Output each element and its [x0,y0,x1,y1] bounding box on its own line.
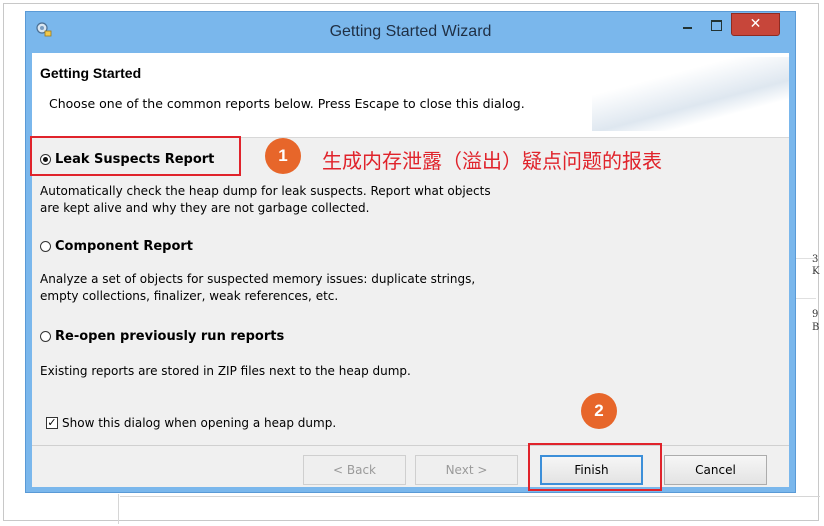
radio-reopen-reports[interactable]: Re-open previously run reports [40,329,284,344]
title-bar[interactable]: Getting Started Wizard ✕ [26,12,795,52]
description-line: are kept alive and why they are not garb… [40,201,370,215]
radio-unselected-icon [40,331,51,342]
header-decoration [592,57,789,131]
background-text: K [812,266,820,277]
maximize-icon [711,20,722,31]
next-button[interactable]: Next > [415,455,518,485]
wizard-client-area: Getting Started Choose one of the common… [32,53,789,487]
wizard-window: Getting Started Wizard ✕ Getting Started… [25,11,796,493]
wizard-header: Getting Started Choose one of the common… [32,53,789,138]
background-text: B [812,322,820,333]
option-description: Automatically check the heap dump for le… [40,183,491,217]
close-button[interactable]: ✕ [731,13,780,36]
background-divider [120,496,820,497]
description-line: Existing reports are stored in ZIP files… [40,364,411,378]
page-title: Getting Started [40,65,142,81]
minimize-icon [683,27,692,29]
show-dialog-checkbox[interactable]: ✓ Show this dialog when opening a heap d… [46,416,336,430]
option-description: Existing reports are stored in ZIP files… [40,363,411,380]
checkbox-checked-icon: ✓ [46,416,58,429]
option-label: Re-open previously run reports [55,329,285,344]
description-line: Automatically check the heap dump for le… [40,184,491,198]
annotation-note: 生成内存泄露（溢出）疑点问题的报表 [322,149,662,173]
back-button[interactable]: < Back [303,455,406,485]
radio-component-report[interactable]: Component Report [40,239,193,254]
step-badge-2: 2 [581,393,617,429]
description-line: Analyze a set of objects for suspected m… [40,272,476,286]
cancel-button[interactable]: Cancel [664,455,767,485]
button-bar-divider [32,445,789,446]
background-text: 9 [812,309,819,320]
minimize-button[interactable] [674,15,700,35]
checkbox-label: Show this dialog when opening a heap dum… [62,416,337,430]
background-text: 3 [812,254,819,265]
option-label: Component Report [55,239,194,254]
background-divider [118,494,119,524]
description-line: empty collections, finalizer, weak refer… [40,289,339,303]
option-description: Analyze a set of objects for suspected m… [40,271,475,305]
close-icon: ✕ [749,16,762,32]
page-description: Choose one of the common reports below. … [49,96,525,111]
radio-unselected-icon [40,241,51,252]
maximize-button[interactable] [703,15,729,35]
step-badge-1: 1 [265,138,301,174]
highlight-box [30,136,241,176]
highlight-box [528,443,662,491]
